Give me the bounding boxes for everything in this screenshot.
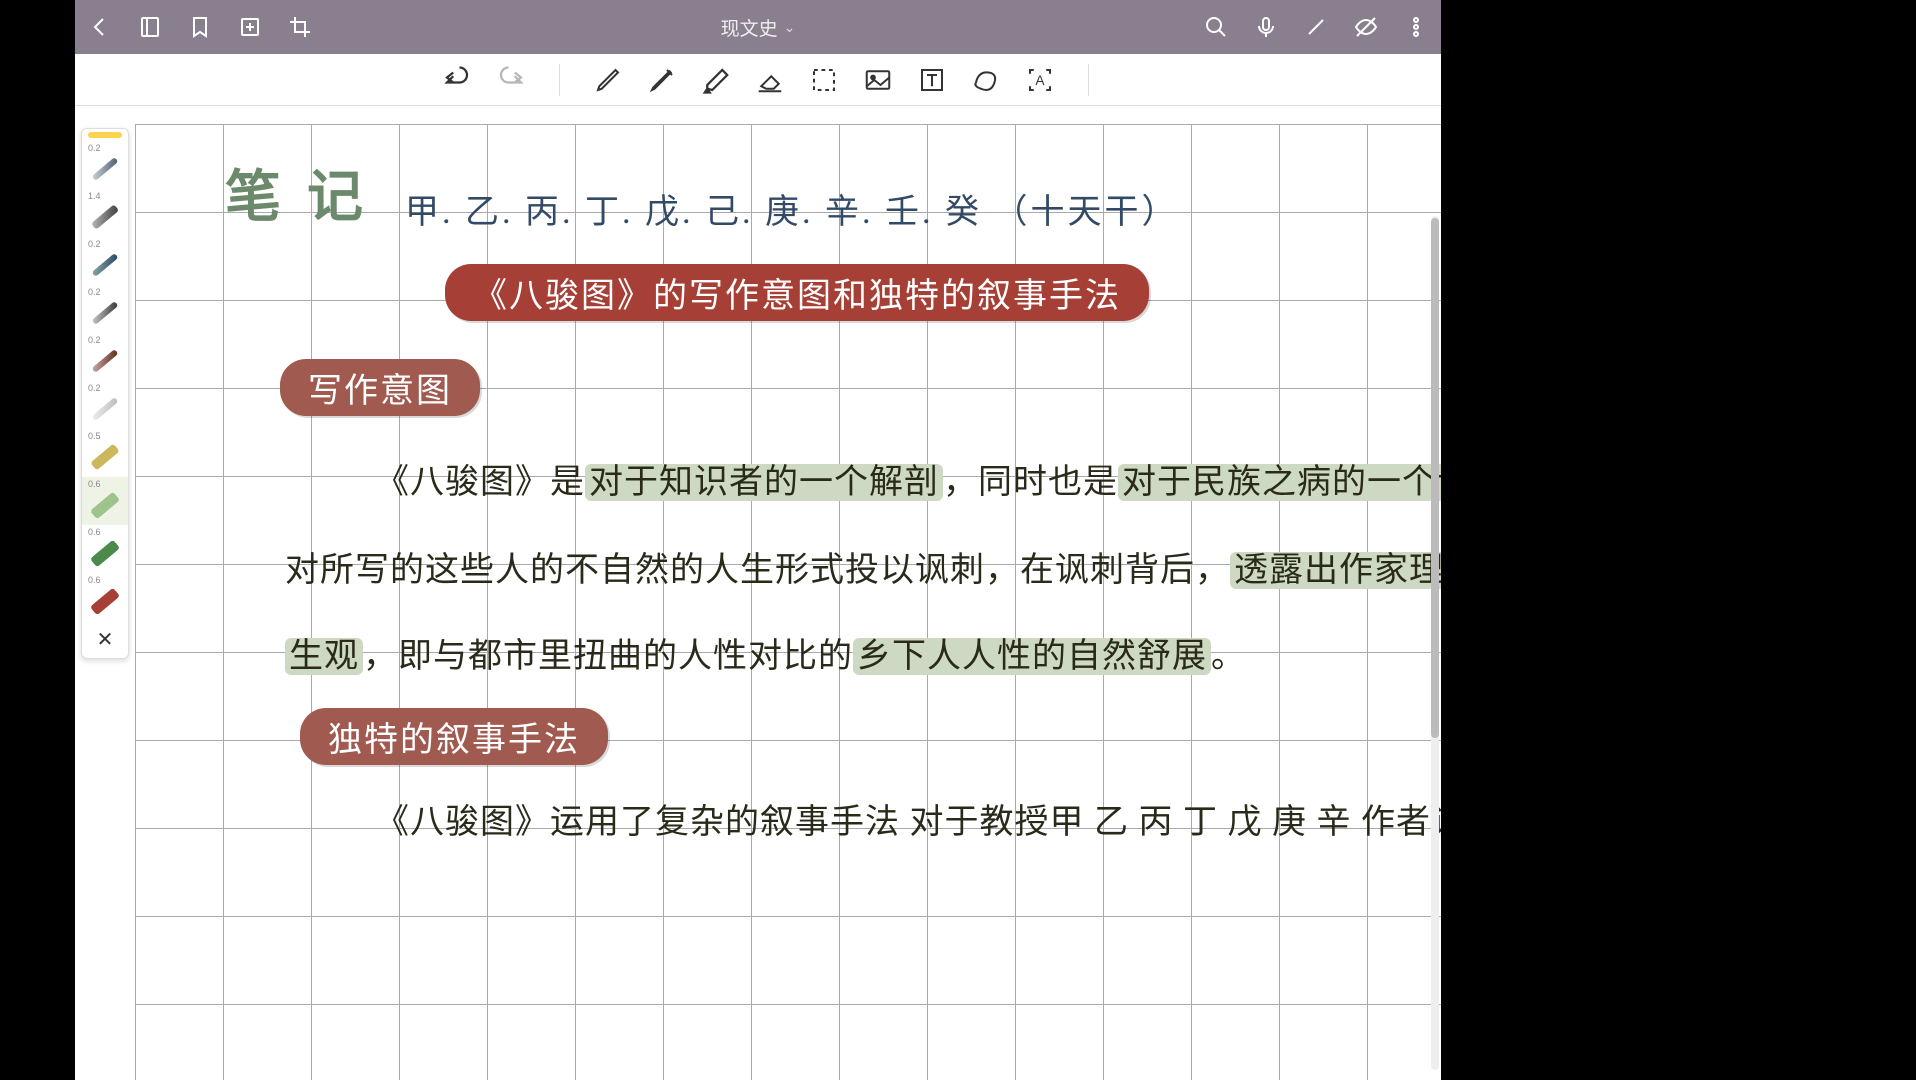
pen-preset-3[interactable]: 0.2	[82, 237, 128, 285]
pen-preset-1[interactable]: 0.2	[82, 141, 128, 189]
edit-icon[interactable]	[1303, 14, 1329, 40]
pen-palette: 0.2 1.4 0.2 0.2 0.2	[81, 128, 129, 659]
svg-text:A: A	[1035, 73, 1045, 88]
pen-preset-5[interactable]: 0.2	[82, 333, 128, 381]
pen-preset-4[interactable]: 0.2	[82, 285, 128, 333]
redo-button[interactable]	[491, 60, 531, 100]
palette-close-button[interactable]: ✕	[82, 621, 128, 658]
note-heading: 笔 记	[225, 152, 369, 233]
ocr-tool[interactable]: A	[1020, 60, 1060, 100]
crop-icon[interactable]	[287, 14, 313, 40]
bookmark-icon[interactable]	[187, 14, 213, 40]
section1-pill: 写作意图	[280, 359, 480, 416]
body-line-4: 《八骏图》运用了复杂的叙事手法 对于教授甲 乙 丙 丁 戊 庚 辛 作者调动	[375, 794, 1441, 843]
highlighter-preset-1[interactable]: 0.5	[82, 429, 128, 477]
document-title: 现文史	[721, 14, 778, 41]
search-icon[interactable]	[1203, 14, 1229, 40]
body-line-3: 生观，即与都市里扭曲的人性对比的乡下人人性的自然舒展。	[285, 628, 1246, 677]
body-line-2: 对所写的这些人的不自然的人生形式投以讽刺，在讽刺背后，透露出作家理想的人	[285, 542, 1441, 591]
app-window: 现文史 ⌄	[75, 0, 1441, 1080]
shape-tool[interactable]	[966, 60, 1006, 100]
lasso-tool[interactable]	[804, 60, 844, 100]
eraser-tool[interactable]	[750, 60, 790, 100]
note-canvas[interactable]: 笔 记 甲. 乙. 丙. 丁. 戊. 己. 庚. 辛. 壬. 癸 （十天干） 《…	[135, 124, 1441, 1080]
vertical-scrollbar[interactable]	[1431, 216, 1439, 1070]
pen-tool[interactable]	[588, 60, 628, 100]
undo-button[interactable]	[437, 60, 477, 100]
add-page-icon[interactable]	[237, 14, 263, 40]
microphone-icon[interactable]	[1253, 14, 1279, 40]
chevron-down-icon: ⌄	[784, 19, 796, 36]
section2-pill: 独特的叙事手法	[300, 708, 608, 765]
document-title-dropdown[interactable]: 现文史 ⌄	[313, 14, 1203, 41]
body-line-1: 《八骏图》是对于知识者的一个解剖，同时也是对于民族之病的一个诊察。	[375, 454, 1441, 503]
highlighter-preset-3[interactable]: 0.6	[82, 525, 128, 573]
note-subheading: 甲. 乙. 丙. 丁. 戊. 己. 庚. 辛. 壬. 癸 （十天干）	[405, 184, 1179, 233]
title-bar: 现文史 ⌄	[75, 0, 1441, 54]
palette-active-indicator	[88, 132, 122, 138]
scrollbar-thumb[interactable]	[1431, 218, 1439, 738]
pen-preset-6[interactable]: 0.2	[82, 381, 128, 429]
title-pill: 《八骏图》的写作意图和独特的叙事手法	[445, 264, 1149, 321]
pen-preset-2[interactable]: 1.4	[82, 189, 128, 237]
outline-icon[interactable]	[137, 14, 163, 40]
back-icon[interactable]	[87, 14, 113, 40]
more-icon[interactable]	[1403, 14, 1429, 40]
image-tool[interactable]	[858, 60, 898, 100]
text-tool[interactable]	[912, 60, 952, 100]
highlighter-tool[interactable]	[696, 60, 736, 100]
tool-bar: A	[75, 54, 1441, 106]
highlighter-preset-2[interactable]: 0.6	[82, 477, 128, 525]
pencil-tool[interactable]	[642, 60, 682, 100]
visibility-off-icon[interactable]	[1353, 14, 1379, 40]
highlighter-preset-4[interactable]: 0.6	[82, 573, 128, 621]
